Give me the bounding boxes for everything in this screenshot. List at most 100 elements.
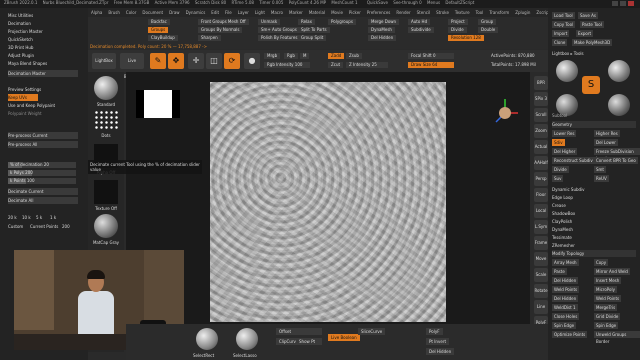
k-polys-slider[interactable]: k Polys 200	[8, 170, 76, 176]
menu-item-maya-blend-shapes[interactable]: Maya Blend Shapes	[8, 60, 78, 67]
zcut-toggle[interactable]: Zcut	[328, 62, 344, 68]
menu-zplugin[interactable]: Zplugin	[512, 8, 533, 17]
decimation-percent-slider[interactable]: % of decimation 20	[8, 162, 76, 168]
polyf-button[interactable]: PolyF	[426, 328, 443, 335]
viewport-scale-button[interactable]: Scale	[534, 268, 548, 282]
menu-edit[interactable]: Edit	[208, 8, 222, 17]
viewport-l-sym-button[interactable]: L.Sym	[534, 220, 548, 234]
slice-curve-button[interactable]: SliceCurve	[358, 328, 386, 335]
modify-weld-points[interactable]: Weld Points	[552, 286, 580, 293]
modify-del-hidden[interactable]: Del Hidden	[552, 295, 579, 302]
geometry-zremesher[interactable]: ZRemesher	[552, 242, 636, 249]
pt-invert-button[interactable]: Pt Invert	[426, 338, 450, 345]
geometry-claypolish[interactable]: ClayPolish	[552, 218, 636, 225]
toolbar-del-hidden-button[interactable]: Del Hidden	[368, 35, 397, 41]
viewport-frame-button[interactable]: Frame	[534, 236, 548, 250]
menu-item-decimation[interactable]: Decimation	[8, 20, 78, 27]
orientation-gizmo-icon[interactable]	[488, 96, 522, 130]
menu-stroke[interactable]: Stroke	[433, 8, 452, 17]
menu-texture[interactable]: Texture	[452, 8, 473, 17]
menu-file[interactable]: File	[222, 8, 235, 17]
viewport-move-button[interactable]: Move	[534, 252, 548, 266]
modify-optimize-points[interactable]: Optimize Points	[552, 331, 588, 338]
brush-standard-icon[interactable]	[94, 76, 118, 100]
paste-tool-button[interactable]: Paste Tool	[580, 21, 604, 28]
geometry-suv[interactable]: Suv	[552, 175, 564, 182]
toolbar-groups-by-normals-button[interactable]: Groups By Normals	[198, 27, 243, 33]
modify-unweld-groups-border[interactable]: Unweld Groups Border	[594, 331, 640, 344]
menu-picker[interactable]: Picker	[346, 8, 364, 17]
decimation-master-header[interactable]: Decimation Master	[8, 70, 78, 77]
toolbar-divide-button[interactable]: Divide	[448, 27, 467, 33]
toolbar-front-groups-mesh-off-button[interactable]: Front Groups Mesh Off	[198, 19, 249, 25]
geometry-reconstruct-subdiv[interactable]: Reconstruct Subdiv	[552, 157, 595, 164]
k-points-slider[interactable]: k Points 100	[8, 178, 76, 184]
geometry-edge-loop[interactable]: Edge Loop	[552, 194, 636, 201]
copy-tool-button[interactable]: Copy Tool	[552, 21, 576, 28]
move-button[interactable]: ✛	[188, 53, 204, 69]
geometry-divide[interactable]: Divide	[552, 166, 569, 173]
decimate-all-button[interactable]: Decimate All	[8, 197, 78, 204]
modify-weld-points[interactable]: Weld Points	[594, 295, 622, 302]
toolbar-project-button[interactable]: Project	[448, 19, 468, 25]
menu-item-quicksketch[interactable]: QuickSketch	[8, 36, 78, 43]
viewport-persp-button[interactable]: Persp	[534, 172, 548, 186]
select-lasso-icon[interactable]	[236, 328, 258, 350]
modify-array-mesh[interactable]: Array Mesh	[552, 259, 579, 266]
viewport-zoom-button[interactable]: Zoom	[534, 124, 548, 138]
menu-item-projection-master[interactable]: Projection Master	[8, 28, 78, 35]
toolbar-backfac-button[interactable]: Backfac	[148, 19, 170, 25]
geometry-crease[interactable]: Crease	[552, 202, 636, 209]
tool-thumbnail-1[interactable]	[556, 60, 578, 82]
menu-item-adjust-plugin[interactable]: Adjust Plugin	[8, 52, 78, 59]
geometry-convert-bpr-to-geo[interactable]: Convert BPR To Geo	[594, 157, 638, 164]
menu-item-3d-print-hub[interactable]: 3D Print Hub	[8, 44, 78, 51]
viewport-spix-3-button[interactable]: SPix 3	[534, 92, 548, 106]
geometry-shadowbox[interactable]: ShadowBox	[552, 210, 636, 217]
material-sphere-icon[interactable]: ●	[244, 53, 260, 69]
menu-tool[interactable]: Tool	[473, 8, 487, 17]
modify-welddist-1[interactable]: WeldDist 1	[552, 304, 578, 311]
viewport-aahalf-button[interactable]: AAHalf	[534, 156, 548, 170]
menu-item-misc-utilities[interactable]: Misc Utilities	[8, 12, 78, 19]
viewport-local-button[interactable]: Local	[534, 204, 548, 218]
menu-document[interactable]: Document	[139, 8, 166, 17]
toolbar-auto-hd-button[interactable]: Auto Hd	[408, 19, 431, 25]
quicksave-button[interactable]: QuickSave	[367, 0, 388, 5]
preprocess-current-button[interactable]: Pre-process Current	[8, 132, 78, 139]
toolbar-polish-by-features-button[interactable]: Polish By Features	[258, 35, 301, 41]
geometry-reuv[interactable]: ReUV	[594, 175, 609, 182]
draw-button[interactable]: ✥	[168, 53, 184, 69]
modify-grid-divide[interactable]: Grid Divide	[594, 313, 621, 320]
menu-zscript[interactable]: Zscript	[533, 8, 548, 17]
geometry-higher-res[interactable]: Higher Res	[594, 130, 620, 137]
rotate-button[interactable]: ⟳	[224, 53, 240, 69]
modify-mergetris[interactable]: MergeTris	[594, 304, 618, 311]
preset-10k[interactable]: 10 k	[22, 214, 34, 221]
menu-layer[interactable]: Layer	[235, 8, 252, 17]
minimize-icon[interactable]	[612, 1, 618, 6]
tool-thumbnail-2[interactable]	[608, 60, 630, 82]
toolbar-double-button[interactable]: Double	[478, 27, 499, 33]
rgb-toggle[interactable]: Rgb	[284, 53, 298, 59]
load-tool-button[interactable]: Load Tool	[552, 12, 575, 19]
show-pt-button[interactable]: Show Pt	[296, 338, 319, 345]
toolbar-groups-button[interactable]: Groups	[148, 27, 169, 33]
toolbar-split-to-parts-button[interactable]: Split To Parts	[298, 27, 330, 33]
scale-button[interactable]: ◫	[206, 53, 222, 69]
see-through-slider[interactable]: See-through 0	[393, 0, 421, 5]
texture-off-icon[interactable]	[94, 180, 118, 204]
focal-shift-slider[interactable]: Focal Shift 0	[408, 53, 454, 59]
menu-transform[interactable]: Transform	[486, 8, 512, 17]
modify-spin-edge[interactable]: Spin Edge	[552, 322, 577, 329]
toolbar-sm-auto-groups-button[interactable]: Sm+ Auto Groups	[258, 27, 300, 33]
preset-1k[interactable]: 1 k	[50, 214, 62, 221]
modify-spin-edge[interactable]: Spin Edge	[594, 322, 619, 329]
export-button[interactable]: Export	[576, 30, 594, 37]
geometry-header[interactable]: Geometry	[552, 121, 636, 128]
geometry-dynamic-subdiv[interactable]: Dynamic Subdiv	[552, 186, 636, 193]
toolbar-relax-button[interactable]: Relax	[298, 19, 315, 25]
modify-close-holes[interactable]: Close Holes	[552, 313, 580, 320]
geometry-dynamesh[interactable]: DynaMesh	[552, 226, 636, 233]
import-button[interactable]: Import	[552, 30, 570, 37]
